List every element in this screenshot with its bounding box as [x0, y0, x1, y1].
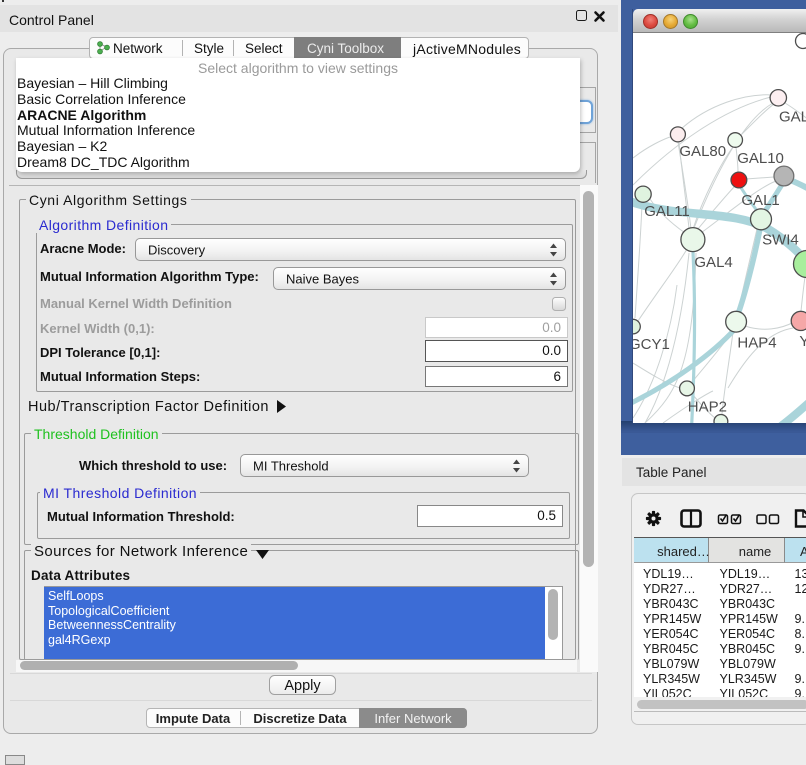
svg-text:GAL1: GAL1: [741, 192, 779, 209]
svg-text:HAP4: HAP4: [737, 335, 776, 352]
svg-text:GAL80: GAL80: [679, 143, 726, 160]
svg-text:GAL10: GAL10: [737, 150, 784, 167]
svg-text:GCY1: GCY1: [633, 336, 670, 353]
svg-text:SWI4: SWI4: [762, 232, 799, 249]
svg-text:HAP2: HAP2: [688, 399, 727, 416]
svg-text:Y: Y: [799, 333, 806, 350]
svg-text:GAL11: GAL11: [644, 203, 690, 220]
svg-text:GAL7: GAL7: [779, 109, 806, 126]
svg-text:GAL4: GAL4: [694, 254, 732, 271]
